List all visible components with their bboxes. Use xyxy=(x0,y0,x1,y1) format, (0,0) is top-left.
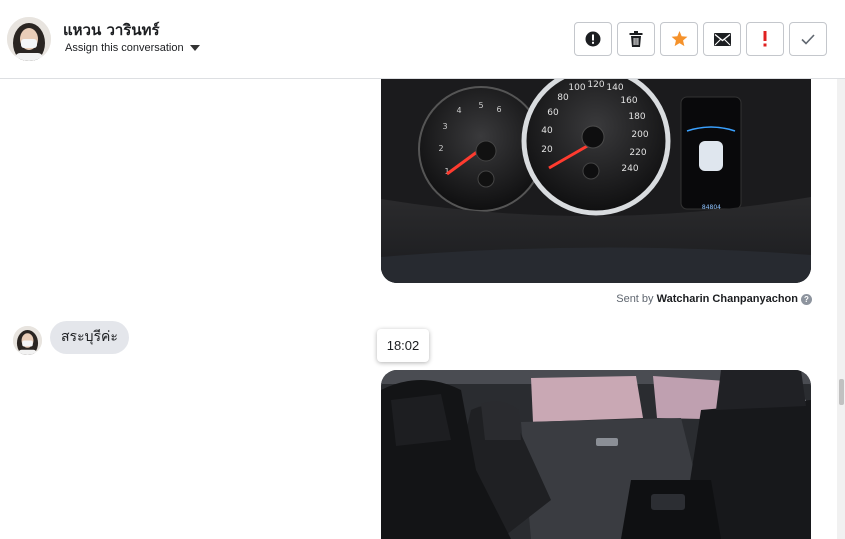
svg-text:6: 6 xyxy=(496,105,501,114)
scrollbar-thumb[interactable] xyxy=(839,379,844,405)
checkmark-icon xyxy=(801,33,815,45)
svg-text:2: 2 xyxy=(438,144,443,153)
svg-text:5: 5 xyxy=(478,101,483,110)
trash-icon xyxy=(629,31,643,47)
svg-text:240: 240 xyxy=(621,164,638,174)
svg-text:120: 120 xyxy=(587,80,604,90)
star-button[interactable] xyxy=(660,22,698,56)
delete-button[interactable] xyxy=(617,22,655,56)
svg-text:4: 4 xyxy=(456,106,461,115)
sent-by-label: Sent by Watcharin Chanpanyachon xyxy=(0,293,798,305)
sent-by-prefix: Sent by xyxy=(616,293,654,305)
svg-text:140: 140 xyxy=(606,83,623,93)
svg-text:160: 160 xyxy=(620,96,637,106)
svg-text:20: 20 xyxy=(541,145,553,155)
contact-avatar[interactable] xyxy=(7,17,51,61)
svg-text:220: 220 xyxy=(629,148,646,158)
svg-text:180: 180 xyxy=(628,112,645,122)
sender-name: Watcharin Chanpanyachon xyxy=(656,293,798,305)
caret-down-icon xyxy=(189,45,200,51)
timestamp-tooltip: 18:02 xyxy=(377,329,429,362)
mark-unread-button[interactable] xyxy=(703,22,741,56)
scrollbar[interactable] xyxy=(837,79,845,539)
received-message-bubble: สระบุรีค่ะ xyxy=(50,321,129,354)
sender-avatar[interactable] xyxy=(13,326,42,355)
sent-photo-dashboard[interactable]: 123 456 20 40 60 80 100 120 140 160 180 … xyxy=(381,79,811,283)
contact-name: แหวน วารินทร์ xyxy=(63,21,160,39)
exclamation-icon xyxy=(763,31,767,47)
conversation-actions xyxy=(574,22,827,56)
svg-text:40: 40 xyxy=(541,126,553,136)
conversation-header: แหวน วารินทร์ Assign this conversation xyxy=(0,0,845,79)
svg-text:60: 60 xyxy=(547,108,559,118)
assign-conversation-dropdown[interactable]: Assign this conversation xyxy=(65,42,200,54)
mark-done-button[interactable] xyxy=(789,22,827,56)
alert-circle-icon xyxy=(585,31,601,47)
star-icon xyxy=(671,31,687,47)
svg-text:200: 200 xyxy=(631,130,648,140)
sent-photo-interior[interactable] xyxy=(381,370,811,539)
mark-spam-button[interactable] xyxy=(574,22,612,56)
svg-text:100: 100 xyxy=(568,83,585,93)
assign-label: Assign this conversation xyxy=(65,42,184,54)
help-icon[interactable]: ? xyxy=(801,294,812,305)
svg-text:80: 80 xyxy=(557,93,569,103)
envelope-icon xyxy=(713,32,731,46)
follow-up-button[interactable] xyxy=(746,22,784,56)
svg-text:3: 3 xyxy=(442,122,447,131)
